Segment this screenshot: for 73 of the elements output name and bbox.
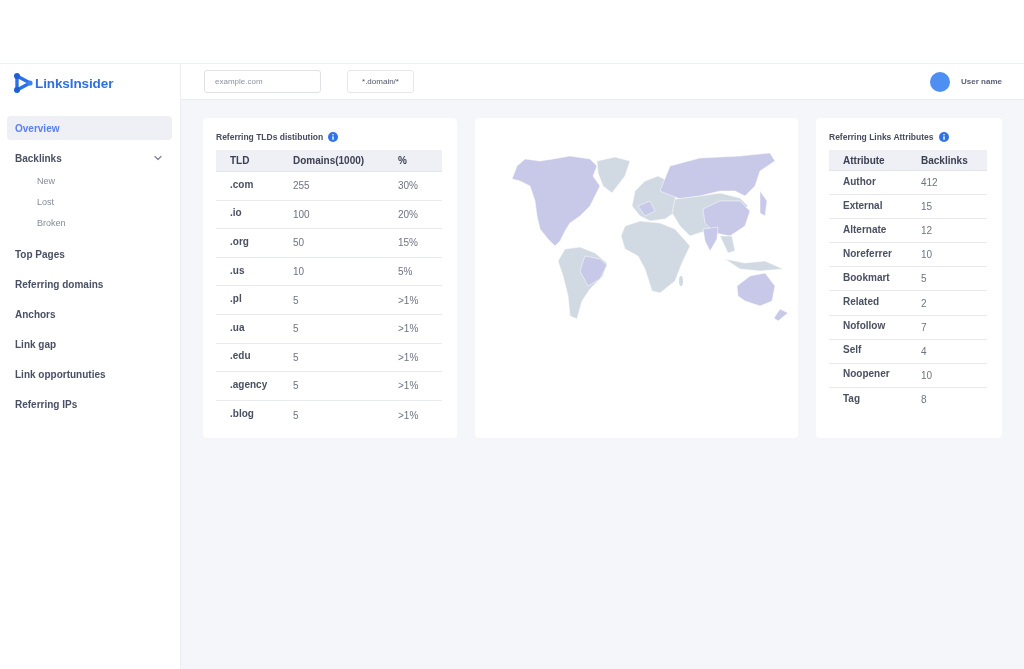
info-icon — [938, 132, 949, 142]
table-cell-text: .io — [229, 207, 243, 219]
sidebar-item[interactable]: Referring domains — [7, 272, 172, 296]
table-cell-text: 8 — [920, 394, 928, 406]
table-cell-text: 5 — [292, 380, 300, 392]
sidebar-subitem[interactable]: Lost — [7, 191, 172, 212]
table-cell-text: >1% — [397, 294, 420, 306]
sidebar-item[interactable]: Top Pages — [7, 242, 172, 266]
table-cell-text: Self — [842, 344, 863, 356]
table-cell-text: .us — [229, 264, 246, 276]
table-cell-text: 5 — [292, 351, 300, 363]
brand-name: LinksInsider — [35, 75, 114, 91]
table-cell-text: 10 — [292, 266, 306, 278]
avatar-icon[interactable] — [930, 71, 951, 92]
sidebar-item[interactable]: Anchors — [7, 302, 172, 326]
card-title: Referring TLDs distibution — [216, 132, 324, 142]
sidebar-subitem[interactable]: Broken — [7, 212, 172, 233]
table-cell-text: 10 — [920, 369, 934, 381]
table-cell-text: 4 — [920, 345, 928, 357]
card-title: Referring Links Attributes — [829, 132, 934, 142]
table-cell-text: 15% — [397, 237, 419, 249]
logo-icon — [13, 72, 34, 94]
sidebar-subitem[interactable]: New — [7, 170, 172, 191]
table-cell-text: Noreferrer — [842, 247, 893, 259]
pattern-field[interactable]: *.domain/* — [347, 70, 414, 93]
column-header: Backlinks — [920, 154, 969, 166]
table-cell-text: .agency — [229, 378, 269, 390]
table-cell-text: .blog — [229, 408, 255, 420]
chevron-icon[interactable] — [154, 154, 162, 162]
table-cell-text: 15 — [920, 201, 934, 213]
search-field[interactable]: example.com — [204, 70, 321, 93]
table-cell-text: Related — [842, 296, 881, 307]
table-cell-text: >1% — [397, 380, 420, 392]
table-cell-text: .com — [229, 178, 255, 190]
column-header: Attribute — [842, 154, 886, 166]
table-cell-text: 5 — [292, 409, 300, 421]
table-cell-text: 100 — [292, 208, 311, 220]
table-cell-text: 30% — [397, 180, 419, 192]
sidebar-item[interactable]: Backlinks — [7, 146, 172, 170]
table-cell-text: 255 — [292, 180, 311, 192]
sidebar-item[interactable]: Link opportunuties — [7, 362, 172, 386]
table-cell-text: 7 — [920, 321, 928, 333]
user-name: User name — [961, 77, 1002, 86]
table-cell-text: 12 — [920, 225, 934, 237]
table-cell-text: 20% — [397, 208, 419, 220]
table-cell-text: External — [842, 199, 884, 211]
table-cell-text: Author — [842, 175, 877, 187]
table-cell-text: >1% — [397, 409, 420, 421]
column-header: TLD — [229, 155, 251, 166]
table-cell-text: Nofollow — [842, 320, 887, 332]
sidebar-item[interactable]: Link gap — [7, 332, 172, 356]
table-cell-text: 5% — [397, 266, 414, 278]
table-cell-text: 50 — [292, 237, 306, 249]
column-header: % — [397, 155, 408, 166]
table-cell-text: 10 — [920, 249, 934, 261]
column-header: Domains(1000) — [292, 155, 366, 166]
table-cell-text: .edu — [229, 350, 252, 362]
table-cell-text: 5 — [920, 273, 928, 285]
table-cell-text: Bookmart — [842, 271, 891, 283]
table-cell-text: >1% — [397, 323, 420, 335]
table-cell-text: >1% — [397, 351, 420, 363]
sidebar-item[interactable]: Referring IPs — [7, 392, 172, 416]
table-cell-text: .org — [229, 236, 250, 247]
info-icon — [328, 132, 339, 142]
table-cell-text: 5 — [292, 323, 300, 335]
table-cell-text: 5 — [292, 294, 300, 306]
table-cell-text: 2 — [920, 297, 928, 309]
table-cell-text: .ua — [229, 321, 246, 333]
table-cell-text: .pl — [229, 293, 243, 305]
table-cell-text: Alternate — [842, 223, 888, 235]
table-cell-text: 412 — [920, 177, 939, 189]
table-cell-text: Noopener — [842, 368, 891, 380]
table-cell-text: Tag — [842, 392, 862, 404]
